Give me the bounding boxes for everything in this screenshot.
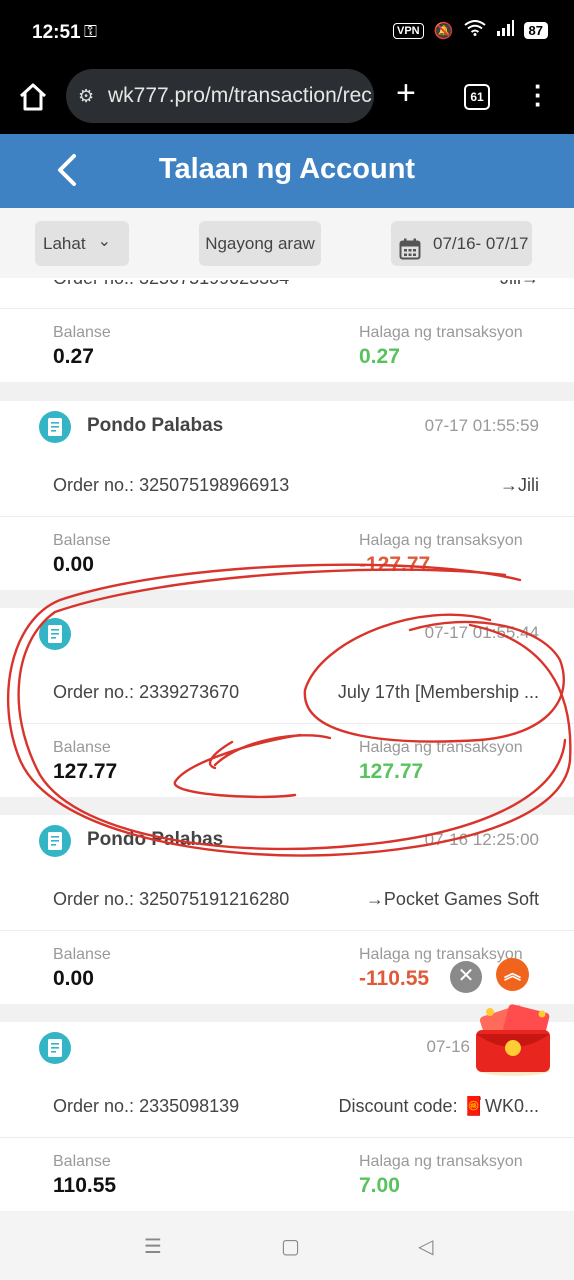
- receipt-icon: [39, 1032, 71, 1064]
- system-nav-bar: ☰ ▢ ◁: [0, 1212, 574, 1280]
- balance-label: Balanse: [53, 532, 111, 549]
- url-text: wk777.pro/m/transaction/rec: [108, 84, 372, 107]
- transaction-destination: →Jili: [500, 475, 539, 495]
- amount-label: Halaga ng transaksyon: [359, 532, 523, 549]
- transaction-destination: Jili→: [500, 278, 539, 288]
- balance-value: 0.00: [53, 967, 94, 990]
- order-label: Order no.:: [53, 475, 135, 495]
- app-header: Talaan ng Account: [0, 134, 574, 208]
- order-value: 2335098139: [139, 1096, 240, 1116]
- order-number: Order no.: 2335098139: [53, 1096, 239, 1117]
- balance-value: 0.00: [53, 553, 94, 576]
- type-filter-label: Lahat: [43, 234, 86, 253]
- balance-value: 110.55: [53, 1174, 117, 1197]
- receipt-icon: [39, 618, 71, 650]
- day-filter-button[interactable]: Ngayong araw: [199, 221, 321, 266]
- order-label: Order no.:: [53, 889, 135, 909]
- transaction-time: 07-17 01:55:59: [424, 416, 539, 435]
- card-divider: [0, 516, 574, 517]
- browser-toolbar: ⚙ wk777.pro/m/transaction/rec + 61 · · ·: [0, 64, 574, 134]
- transaction-title: Pondo Palabas: [87, 829, 224, 850]
- transaction-card: Order no.: 325075199023384 Jili→ Balanse…: [0, 278, 574, 382]
- amount-value: 0.27: [359, 345, 400, 368]
- type-filter-dropdown[interactable]: Lahat ⌄: [35, 221, 129, 266]
- balance-value: 0.27: [53, 345, 94, 368]
- balance-label: Balanse: [53, 1153, 111, 1170]
- order-number: Order no.: 325075191216280: [53, 889, 289, 910]
- transaction-time: 07-16 12:25:00: [424, 830, 539, 849]
- key-icon: ⚿: [84, 22, 97, 41]
- chevron-down-icon: ⌄: [97, 233, 111, 250]
- amount-value: -127.77: [359, 553, 431, 576]
- status-time: 12:51: [32, 22, 81, 43]
- date-range-label: 07/16- 07/17: [433, 234, 529, 253]
- red-envelope-icon[interactable]: [470, 1004, 558, 1078]
- transaction-card[interactable]: Pondo Palabas 07-16 12:25:00 Order no.: …: [0, 815, 574, 1004]
- amount-label: Halaga ng transaksyon: [359, 946, 523, 963]
- status-bar: 12:51 ⚿ VPN 🔕 87: [0, 0, 574, 64]
- scroll-top-icon[interactable]: ︽: [496, 958, 529, 991]
- order-value: 325075191216280: [139, 889, 290, 909]
- status-icons: VPN 🔕 87: [392, 20, 548, 41]
- card-divider: [0, 723, 574, 724]
- vpn-badge: VPN: [392, 22, 424, 39]
- balance-label: Balanse: [53, 739, 111, 756]
- back-triangle-icon[interactable]: ◁: [418, 1234, 433, 1259]
- transaction-card[interactable]: Pondo Palabas 07-17 01:55:59 Order no.: …: [0, 401, 574, 590]
- amount-value: -110.55: [359, 967, 430, 990]
- home-button-icon[interactable]: ▢: [281, 1234, 300, 1259]
- order-number: Order no.: 2339273670: [53, 682, 239, 703]
- balance-label: Balanse: [53, 946, 111, 963]
- mute-bell-icon: 🔕: [433, 22, 454, 40]
- transaction-time: 07-17 01:55:44: [424, 623, 539, 642]
- transaction-destination: Discount code: 🧧WK0...: [338, 1096, 540, 1116]
- amount-label: Halaga ng transaksyon: [359, 324, 523, 341]
- amount-value: 127.77: [359, 760, 424, 783]
- order-label: Order no.:: [53, 1096, 135, 1116]
- transaction-time: 07-16: [426, 1037, 470, 1056]
- battery-indicator: 87: [523, 22, 548, 39]
- signal-icon: [496, 20, 514, 41]
- home-icon[interactable]: [18, 82, 48, 117]
- more-menu-icon[interactable]: · · ·: [534, 73, 543, 117]
- page-title: Talaan ng Account: [158, 153, 416, 185]
- filter-bar: Lahat ⌄ Ngayong araw 07/16- 07/17: [0, 208, 574, 278]
- amount-label: Halaga ng transaksyon: [359, 739, 523, 756]
- transaction-title: Pondo Palabas: [87, 415, 224, 436]
- order-value: 325075198966913: [139, 475, 290, 495]
- recents-icon[interactable]: ☰: [144, 1234, 162, 1259]
- order-value: 2339273670: [139, 682, 240, 702]
- receipt-icon: [39, 825, 71, 857]
- order-number: Order no.: 325075198966913: [53, 475, 289, 496]
- date-range-button[interactable]: 07/16- 07/17: [391, 221, 532, 266]
- balance-value: 127.77: [53, 760, 118, 783]
- site-settings-icon[interactable]: ⚙: [78, 69, 94, 123]
- transaction-card[interactable]: 07-17 01:55:44 Order no.: 2339273670 Jul…: [0, 608, 574, 797]
- card-divider: [0, 308, 574, 309]
- order-number: Order no.: 325075199023384: [53, 278, 290, 288]
- transaction-destination: July 17th [Membership ...: [337, 682, 539, 702]
- calendar-icon: [399, 232, 421, 277]
- wifi-icon: [463, 20, 486, 41]
- tab-switcher-button[interactable]: 61: [464, 84, 490, 110]
- new-tab-icon[interactable]: +: [396, 74, 416, 113]
- close-icon[interactable]: ✕: [450, 961, 482, 993]
- balance-label: Balanse: [53, 324, 111, 341]
- amount-value: 7.00: [359, 1174, 400, 1197]
- card-divider: [0, 1137, 574, 1138]
- url-bar[interactable]: ⚙ wk777.pro/m/transaction/rec: [66, 69, 374, 123]
- card-divider: [0, 930, 574, 931]
- transaction-destination: →Pocket Games Soft: [365, 889, 539, 909]
- order-label: Order no.:: [53, 682, 135, 702]
- receipt-icon: [39, 411, 71, 443]
- amount-label: Halaga ng transaksyon: [359, 1153, 523, 1170]
